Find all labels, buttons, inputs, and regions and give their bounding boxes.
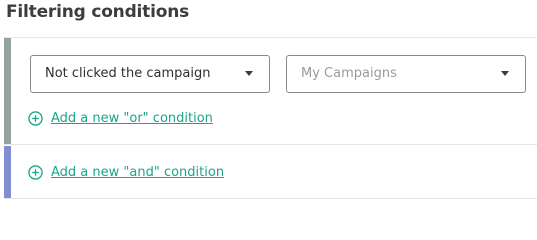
add-and-condition-link[interactable]: Add a new "and" condition [28, 165, 224, 180]
or-group-indicator-bar [4, 38, 11, 144]
or-condition-group: Not clicked the campaign My Campaigns Ad… [4, 37, 537, 145]
plus-circle-icon [28, 165, 43, 180]
plus-circle-icon [28, 111, 43, 126]
condition-type-value: Not clicked the campaign [45, 66, 211, 81]
caret-down-icon [245, 71, 253, 76]
add-or-condition-link[interactable]: Add a new "or" condition [28, 111, 213, 126]
campaign-select-placeholder: My Campaigns [301, 66, 397, 81]
and-group-indicator-bar [4, 146, 11, 198]
and-condition-group: Add a new "and" condition [4, 146, 537, 199]
add-or-condition-label: Add a new "or" condition [51, 111, 213, 126]
condition-type-select[interactable]: Not clicked the campaign [30, 55, 270, 93]
section-title: Filtering conditions [6, 2, 190, 22]
caret-down-icon [501, 71, 509, 76]
campaign-select[interactable]: My Campaigns [286, 55, 526, 93]
add-and-condition-label: Add a new "and" condition [51, 165, 225, 180]
